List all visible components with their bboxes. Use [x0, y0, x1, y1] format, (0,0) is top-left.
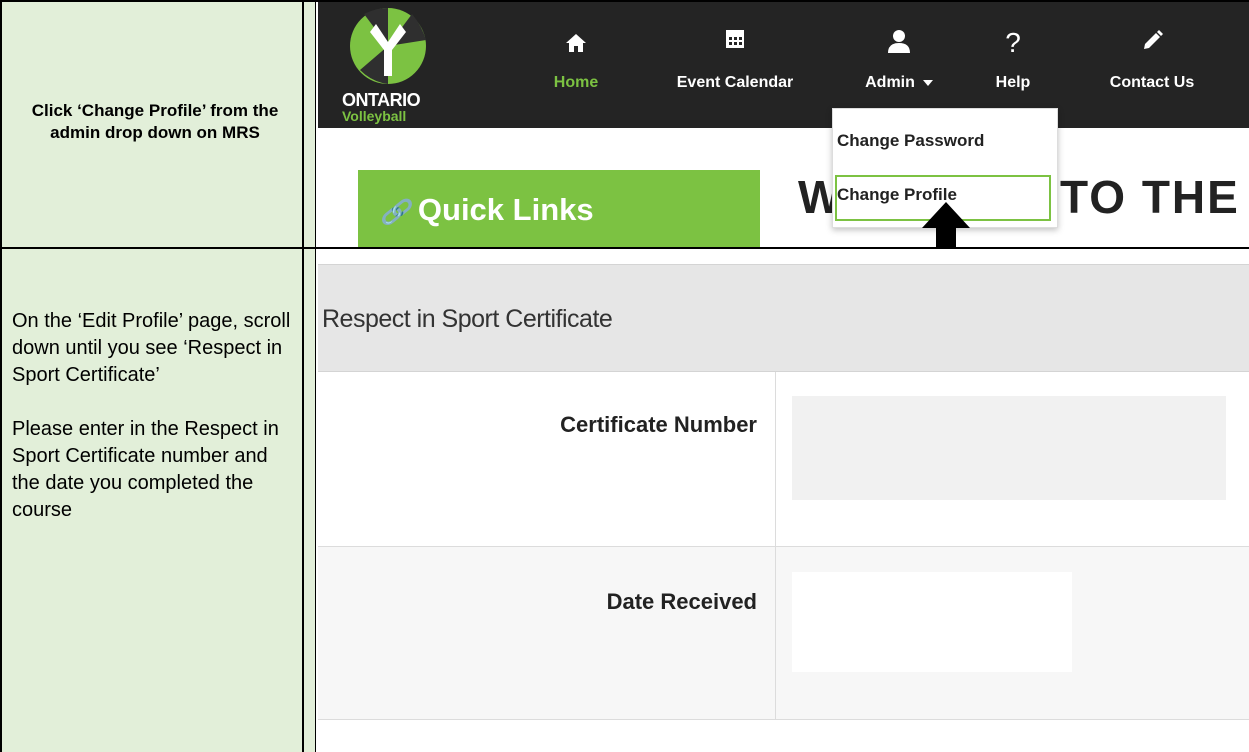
nav-home-label: Home	[553, 74, 599, 91]
question-icon: ?	[1005, 27, 1021, 58]
link-icon: 🔗	[380, 199, 410, 226]
quick-links-banner[interactable]: 🔗 Quick Links	[358, 170, 760, 247]
step-1-text: Click ‘Change Profile’ from the admin dr…	[31, 101, 279, 142]
form-row-certificate: Certificate Number	[318, 372, 1249, 547]
nav-event-calendar-label: Event Calendar	[676, 74, 794, 91]
arrow-up-icon	[922, 202, 970, 247]
step-2-paragraph-2: Please enter in the Respect in Sport Cer…	[12, 418, 279, 521]
edit-profile-screenshot: Respect in Sport Certificate Certificate…	[318, 264, 1249, 752]
quick-links-label: Quick Links	[417, 192, 594, 227]
nav-admin-text: Admin	[865, 74, 915, 91]
table-border-left	[0, 0, 2, 752]
section-title: Respect in Sport Certificate	[322, 305, 613, 333]
logo-text-volleyball: Volleyball	[342, 108, 407, 124]
nav-contact-us[interactable]: Contact Us	[1092, 26, 1212, 92]
certificate-number-input[interactable]	[792, 396, 1226, 500]
user-icon	[854, 26, 944, 60]
chevron-down-icon	[922, 79, 933, 86]
form-row-date: Date Received	[318, 547, 1249, 720]
table-border-middle	[0, 247, 1249, 249]
calendar-icon	[660, 26, 810, 60]
section-header: Respect in Sport Certificate	[318, 264, 1249, 372]
date-received-input[interactable]	[792, 572, 1072, 672]
nav-help[interactable]: ? Help	[988, 26, 1038, 92]
ontario-volleyball-logo[interactable]: ONTARIO Volleyball	[338, 2, 438, 128]
navbar: ONTARIO Volleyball Home Event Calendar A…	[318, 2, 1249, 128]
column-divider	[775, 372, 776, 546]
nav-admin-label: Admin	[854, 74, 944, 92]
table-gutter	[304, 0, 316, 752]
quick-links-text: 🔗 Quick Links	[380, 192, 594, 228]
welcome-heading-end: TO THE (	[1060, 171, 1249, 223]
column-divider	[775, 547, 776, 719]
certificate-number-label: Certificate Number	[560, 412, 757, 437]
date-received-label: Date Received	[606, 589, 757, 614]
step-2-paragraph-1: On the ‘Edit Profile’ page, scroll down …	[12, 310, 291, 386]
nav-admin[interactable]: Admin	[854, 26, 944, 92]
menu-item-change-password[interactable]: Change Password	[837, 131, 984, 151]
mrs-header-screenshot: ONTARIO Volleyball Home Event Calendar A…	[318, 2, 1249, 247]
nav-contact-us-label: Contact Us	[1109, 74, 1195, 91]
home-icon	[546, 26, 606, 60]
nav-help-label: Help	[995, 74, 1031, 91]
step-2-text: On the ‘Edit Profile’ page, scroll down …	[12, 308, 297, 551]
nav-home[interactable]: Home	[546, 26, 606, 92]
pencil-icon	[1092, 26, 1212, 60]
volleyball-logo-icon	[350, 8, 426, 84]
nav-event-calendar[interactable]: Event Calendar	[660, 26, 810, 92]
